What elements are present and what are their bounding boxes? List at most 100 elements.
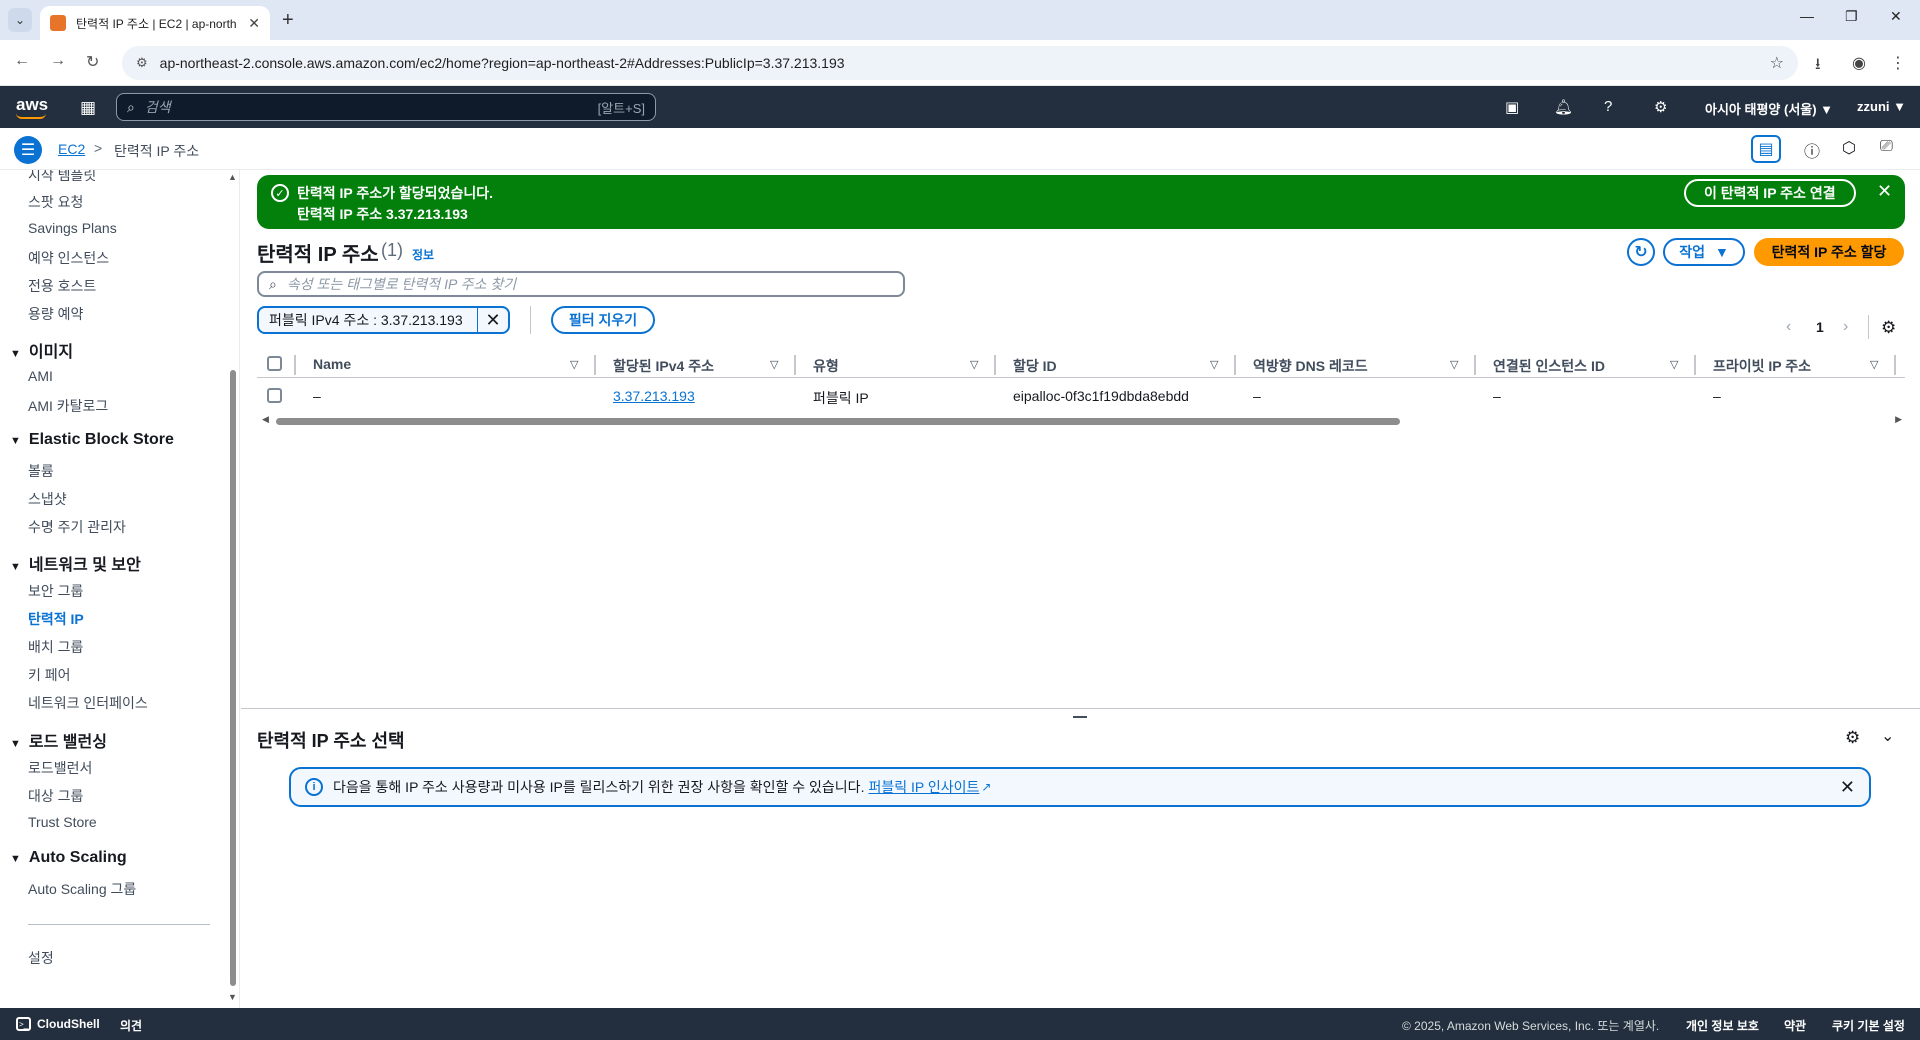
sort-icon[interactable]: ▽ xyxy=(1210,358,1218,371)
column-divider[interactable] xyxy=(1894,355,1896,375)
privacy-link[interactable]: 개인 정보 보호 xyxy=(1686,1017,1759,1034)
scroll-thumb[interactable] xyxy=(276,418,1400,425)
sidebar-item-launch-templates[interactable]: 시작 템플릿 xyxy=(28,170,96,185)
sidebar-item-ami-catalog[interactable]: AMI 카탈로그 xyxy=(28,396,108,416)
reload-icon[interactable]: ↻ xyxy=(86,52,99,72)
account-menu[interactable]: zzuni ▼ xyxy=(1857,99,1906,114)
column-header-type[interactable]: 유형 xyxy=(813,356,839,376)
notification-bell-icon[interactable]: 🔔︎ xyxy=(1554,98,1573,116)
feedback-monitor-icon[interactable]: ⎚ xyxy=(1880,138,1893,156)
sort-icon[interactable]: ▽ xyxy=(1670,358,1678,371)
select-all-checkbox[interactable] xyxy=(267,356,282,371)
sidebar-item-load-balancers[interactable]: 로드밸런서 xyxy=(28,758,92,778)
restore-icon[interactable]: ❐ xyxy=(1845,8,1858,25)
public-ip-insights-link[interactable]: 퍼블릭 IP 인사이트 xyxy=(868,777,979,797)
sidebar-item-reserved-instances[interactable]: 예약 인스턴스 xyxy=(28,248,109,268)
sort-icon[interactable]: ▽ xyxy=(570,358,578,371)
sidebar-item-volumes[interactable]: 볼륨 xyxy=(28,461,54,481)
sidebar-item-spot-requests[interactable]: 스팟 요청 xyxy=(28,192,83,212)
terms-link[interactable]: 약관 xyxy=(1784,1017,1806,1034)
back-arrow-icon[interactable]: ← xyxy=(14,52,30,70)
scroll-right-arrow-icon[interactable]: ▶ xyxy=(1895,414,1902,425)
next-page-chevron-icon[interactable]: › xyxy=(1843,318,1848,336)
hexagon-icon[interactable]: ⬡ xyxy=(1842,138,1856,158)
column-header-reverse-dns[interactable]: 역방향 DNS 레코드 xyxy=(1253,356,1368,376)
minimize-icon[interactable]: — xyxy=(1800,8,1814,24)
aws-search-input[interactable]: ⌕ 검색 [알트+S] xyxy=(116,93,656,121)
sidebar-item-dedicated-hosts[interactable]: 전용 호스트 xyxy=(28,276,96,296)
cookie-preferences-link[interactable]: 쿠키 기본 설정 xyxy=(1832,1017,1905,1034)
sidebar-section-images[interactable]: ▼ 이미지 xyxy=(10,338,73,362)
refresh-icon[interactable]: ↻ xyxy=(1627,238,1655,266)
table-horizontal-scrollbar[interactable]: ◀ ▶ xyxy=(262,414,1902,426)
cloudshell-link[interactable]: CloudShell xyxy=(37,1017,100,1031)
allocate-eip-button[interactable]: 탄력적 IP 주소 할당 xyxy=(1754,238,1904,266)
table-row[interactable]: – 3.37.213.193 퍼블릭 IP eipalloc-0f3c1f19d… xyxy=(257,381,1905,411)
resize-handle[interactable] xyxy=(1073,716,1087,718)
clear-filters-button[interactable]: 필터 지우기 xyxy=(551,306,655,334)
sort-icon[interactable]: ▽ xyxy=(770,358,778,371)
tab-list-chevron-icon[interactable]: ⌄ xyxy=(8,8,32,32)
column-divider[interactable] xyxy=(1474,355,1476,375)
profile-icon[interactable]: ◉ xyxy=(1852,53,1866,73)
sidebar-item-elastic-ip[interactable]: 탄력적 IP xyxy=(28,609,84,629)
settings-gear-icon[interactable]: ⚙ xyxy=(1654,98,1667,116)
page-number[interactable]: 1 xyxy=(1816,319,1824,335)
column-divider[interactable] xyxy=(994,355,996,375)
column-header-ipv4[interactable]: 할당된 IPv4 주소 xyxy=(613,356,714,376)
collapse-chevron-icon[interactable]: ⌄ xyxy=(1881,726,1894,746)
column-header-name[interactable]: Name xyxy=(313,356,351,372)
sidebar-section-network-security[interactable]: ▼ 네트워크 및 보안 xyxy=(10,551,141,575)
scroll-thumb[interactable] xyxy=(230,370,236,986)
sort-icon[interactable]: ▽ xyxy=(1870,358,1878,371)
aws-logo[interactable]: aws xyxy=(16,95,48,119)
sidebar-item-placement-groups[interactable]: 배치 그룹 xyxy=(28,637,83,657)
scroll-down-arrow-icon[interactable]: ▼ xyxy=(228,992,237,1002)
sidebar-section-auto-scaling[interactable]: ▼ Auto Scaling xyxy=(10,849,127,867)
feedback-link[interactable]: 의견 xyxy=(120,1017,142,1034)
bookmark-star-icon[interactable]: ☆ xyxy=(1770,53,1784,73)
region-selector[interactable]: 아시아 태평양 (서울) ▼ xyxy=(1705,99,1833,118)
sidebar-item-ami[interactable]: AMI xyxy=(28,368,53,384)
sort-icon[interactable]: ▽ xyxy=(1450,358,1458,371)
sidebar-item-target-groups[interactable]: 대상 그룹 xyxy=(28,786,83,806)
browser-menu-icon[interactable]: ⋮ xyxy=(1890,53,1906,73)
sidebar-item-savings-plans[interactable]: Savings Plans xyxy=(28,220,117,236)
remove-filter-icon[interactable]: ✕ xyxy=(478,310,508,331)
flash-close-icon[interactable]: ✕ xyxy=(1877,181,1892,202)
column-divider[interactable] xyxy=(794,355,796,375)
sidebar-item-network-interfaces[interactable]: 네트워크 인터페이스 xyxy=(28,693,148,713)
info-link[interactable]: 정보 xyxy=(412,246,434,263)
sidebar-item-lifecycle-manager[interactable]: 수명 주기 관리자 xyxy=(28,517,126,537)
prev-page-chevron-icon[interactable]: ‹ xyxy=(1786,318,1791,336)
actions-button[interactable]: 작업 ▼ xyxy=(1663,238,1745,266)
property-filter-input[interactable]: ⌕ 속성 또는 태그별로 탄력적 IP 주소 찾기 xyxy=(257,271,905,297)
associate-eip-button[interactable]: 이 탄력적 IP 주소 연결 xyxy=(1684,179,1856,207)
column-header-allocation-id[interactable]: 할당 ID xyxy=(1013,356,1057,376)
info-panel-icon[interactable]: ⓘ xyxy=(1804,138,1820,162)
column-divider[interactable] xyxy=(1234,355,1236,375)
sidebar-scrollbar[interactable]: ▲ ▼ xyxy=(228,170,238,1008)
forward-arrow-icon[interactable]: → xyxy=(50,52,66,70)
tab-close-icon[interactable]: ✕ xyxy=(248,15,260,32)
new-tab-plus-icon[interactable]: + xyxy=(282,9,294,32)
split-panel-settings-gear-icon[interactable]: ⚙ xyxy=(1845,728,1860,748)
split-panel-toggle-icon[interactable]: ▤ xyxy=(1751,135,1781,163)
filter-token[interactable]: 퍼블릭 IPv4 주소 : 3.37.213.193 ✕ xyxy=(257,306,510,334)
window-close-icon[interactable]: ✕ xyxy=(1890,8,1902,25)
site-info-icon[interactable]: ⚙ xyxy=(136,55,148,71)
sidebar-section-ebs[interactable]: ▼ Elastic Block Store xyxy=(10,431,174,449)
cloudshell-icon[interactable]: ▣ xyxy=(1505,98,1519,116)
sidebar-item-security-groups[interactable]: 보안 그룹 xyxy=(28,581,83,601)
cell-ipv4-link[interactable]: 3.37.213.193 xyxy=(613,388,695,404)
hamburger-menu-icon[interactable]: ☰ xyxy=(14,136,42,164)
scroll-left-arrow-icon[interactable]: ◀ xyxy=(262,414,269,425)
sidebar-section-load-balancing[interactable]: ▼ 로드 밸런싱 xyxy=(10,728,107,752)
sidebar-item-auto-scaling-groups[interactable]: Auto Scaling 그룹 xyxy=(28,879,136,899)
column-divider[interactable] xyxy=(594,355,596,375)
column-header-private-ip[interactable]: 프라이빗 IP 주소 xyxy=(1713,356,1811,376)
scroll-up-arrow-icon[interactable]: ▲ xyxy=(228,172,237,182)
breadcrumb-ec2-link[interactable]: EC2 xyxy=(58,141,85,157)
address-bar[interactable]: ⚙ ap-northeast-2.console.aws.amazon.com/… xyxy=(122,46,1798,80)
column-divider[interactable] xyxy=(1694,355,1696,375)
